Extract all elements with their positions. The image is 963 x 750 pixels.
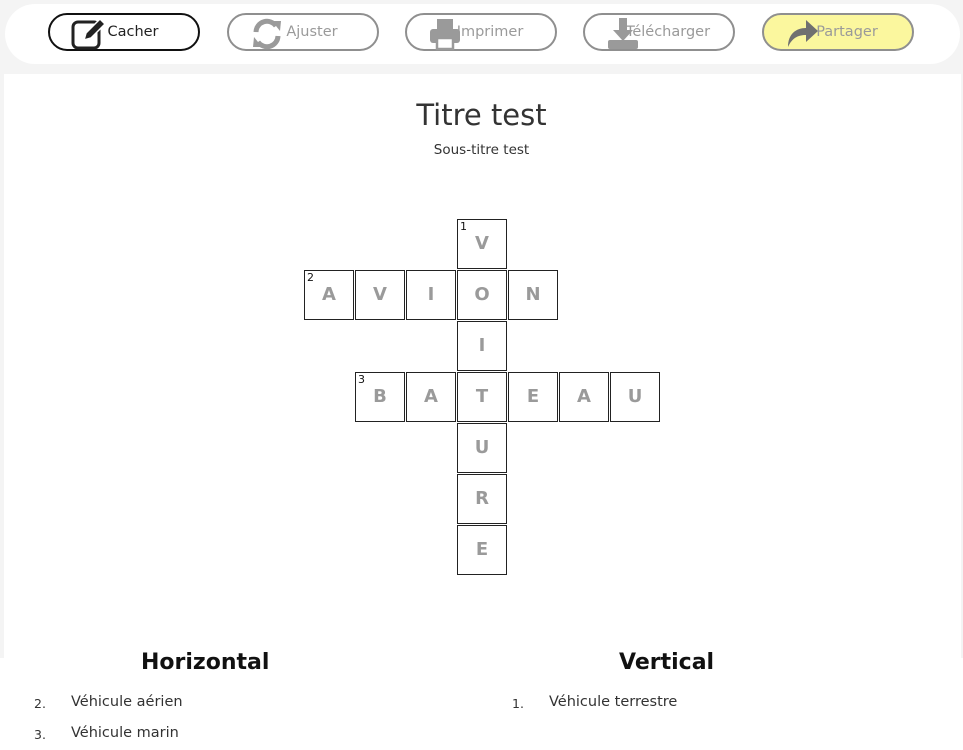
hide-button-label: Cacher xyxy=(107,24,159,40)
cell-letter: U xyxy=(627,386,643,407)
clue-text: Véhicule aérien xyxy=(71,694,183,710)
cell-letter: R xyxy=(475,488,489,509)
grid-cell[interactable]: N xyxy=(508,270,558,320)
cell-letter: E xyxy=(475,539,489,560)
adjust-button-label: Ajuster xyxy=(286,24,338,40)
grid-cell[interactable]: T xyxy=(457,372,507,422)
grid-cell[interactable]: U xyxy=(610,372,660,422)
grid-cell[interactable]: R xyxy=(457,474,507,524)
grid-cell[interactable]: E xyxy=(457,525,507,575)
grid-cell[interactable]: A xyxy=(406,372,456,422)
grid-cell[interactable]: V xyxy=(355,270,405,320)
hide-button[interactable]: Cacher xyxy=(48,13,200,51)
cell-letter: I xyxy=(427,284,435,305)
vertical-heading: Vertical xyxy=(619,650,715,675)
download-button[interactable]: Télécharger xyxy=(583,13,735,51)
grid-cell[interactable]: 1V xyxy=(457,219,507,269)
cell-letter: A xyxy=(577,386,591,407)
clue-number-label: 2 xyxy=(307,271,314,284)
toolbar: Cacher Ajuster Imprimer Télécharger Part… xyxy=(5,4,960,64)
clue-number: 1. xyxy=(512,696,524,711)
cell-letter: U xyxy=(474,437,490,458)
share-button[interactable]: Partager xyxy=(762,13,914,51)
cell-letter: A xyxy=(424,386,438,407)
puzzle-title: Titre test xyxy=(416,98,547,132)
horizontal-heading: Horizontal xyxy=(141,650,270,675)
cell-letter: O xyxy=(474,284,490,305)
cell-letter: B xyxy=(373,386,387,407)
print-button-label: Imprimer xyxy=(456,24,524,40)
clue-text: Véhicule terrestre xyxy=(549,694,678,710)
grid-cell[interactable]: I xyxy=(457,321,507,371)
cell-letter: E xyxy=(526,386,540,407)
clue-number: 3. xyxy=(34,727,46,742)
grid-cell[interactable]: 2A xyxy=(304,270,354,320)
cell-letter: T xyxy=(475,386,489,407)
print-button[interactable]: Imprimer xyxy=(405,13,557,51)
download-button-label: Télécharger xyxy=(625,24,711,40)
grid-cell[interactable]: A xyxy=(559,372,609,422)
cell-letter: N xyxy=(525,284,541,305)
grid-cell[interactable]: U xyxy=(457,423,507,473)
cell-letter: V xyxy=(475,233,489,254)
cell-letter: I xyxy=(478,335,486,356)
clue-text: Véhicule marin xyxy=(71,725,179,741)
cell-letter: A xyxy=(322,284,336,305)
clue-number-label: 3 xyxy=(358,373,365,386)
grid-cell[interactable]: E xyxy=(508,372,558,422)
grid-cell[interactable]: I xyxy=(406,270,456,320)
puzzle-subtitle: Sous-titre test xyxy=(433,142,530,158)
grid-cell[interactable]: 3B xyxy=(355,372,405,422)
share-button-label: Partager xyxy=(816,24,878,40)
cell-letter: V xyxy=(373,284,387,305)
clue-number-label: 1 xyxy=(460,220,467,233)
clue-number: 2. xyxy=(34,696,46,711)
adjust-button[interactable]: Ajuster xyxy=(227,13,379,51)
grid-cell[interactable]: O xyxy=(457,270,507,320)
